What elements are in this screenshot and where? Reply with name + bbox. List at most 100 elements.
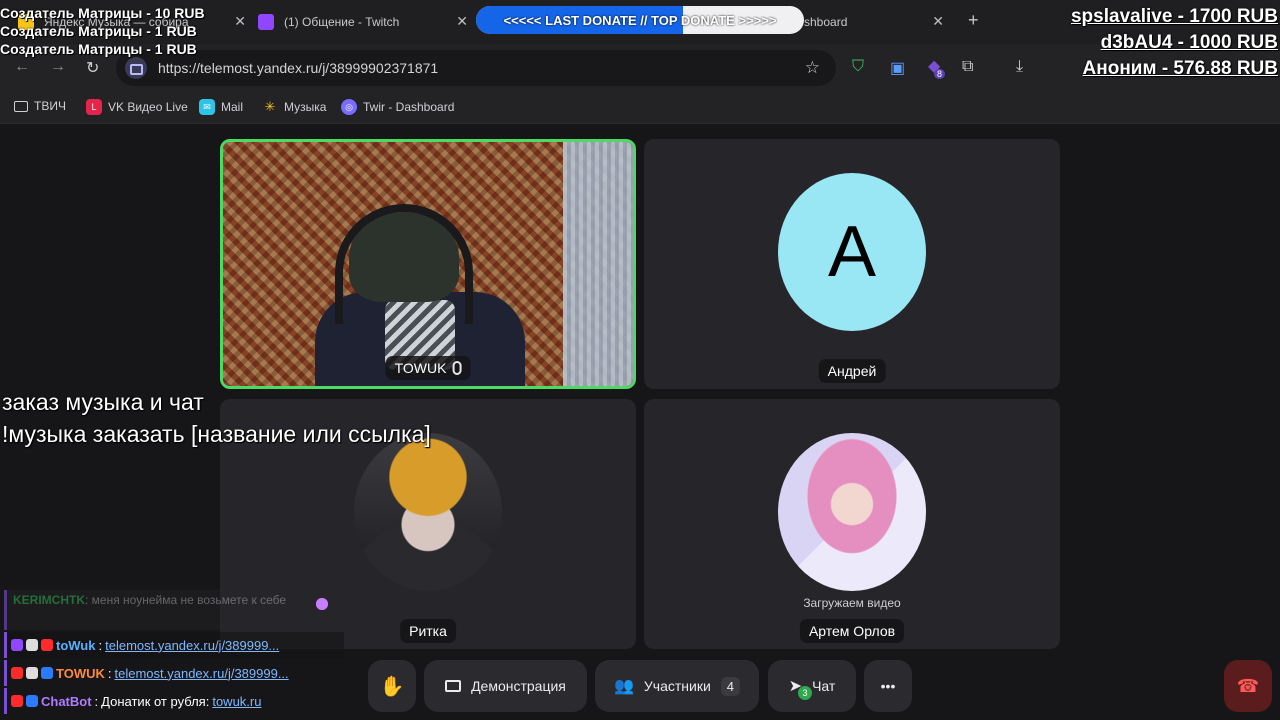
- top-donors-overlay: spslavalive - 1700 RUB d3bAU4 - 1000 RUB…: [1071, 4, 1278, 82]
- puzzle-extensions-icon[interactable]: ⧉: [962, 58, 973, 76]
- close-tab-icon[interactable]: ✕: [456, 13, 468, 30]
- telemost-site-icon: [125, 57, 147, 79]
- shield-extension-icon[interactable]: ⛉: [852, 58, 864, 76]
- bookmark-label: Mail: [221, 100, 244, 114]
- forward-arrow-icon[interactable]: →: [50, 58, 66, 76]
- badge-icon: [26, 639, 38, 651]
- chat-link[interactable]: towuk.ru: [212, 694, 261, 709]
- bookmark-mail[interactable]: ✉ Mail: [199, 99, 243, 115]
- bookmark-label: VK Видео Live: [108, 100, 188, 114]
- reload-icon[interactable]: ↻: [86, 58, 99, 78]
- donor-line: Создатель Матрицы - 1 RUB: [0, 41, 197, 57]
- close-tab-icon[interactable]: ✕: [932, 13, 944, 30]
- vk-live-icon: L: [86, 99, 102, 115]
- top-donor-line: d3bAU4 - 1000 RUB: [1100, 32, 1278, 53]
- youtube-icon: [41, 639, 53, 651]
- download-icon[interactable]: ⤓: [1016, 58, 1023, 76]
- bookmark-twir[interactable]: ◎ Twir - Dashboard: [341, 99, 454, 115]
- participant-tile-andrey[interactable]: А Андрей: [644, 139, 1060, 389]
- top-donor-line: Аноним - 576.88 RUB: [1082, 58, 1278, 79]
- chat-message: toWuk: telemost.yandex.ru/j/389999...: [4, 598, 344, 658]
- bookmark-star-icon[interactable]: ☆: [805, 58, 820, 78]
- hand-icon: ✋: [379, 675, 405, 698]
- participant-name: TOWUK: [394, 360, 447, 376]
- new-tab-button[interactable]: +: [968, 10, 979, 31]
- screen-share-icon: [445, 680, 462, 692]
- twitch-icon: [11, 639, 23, 651]
- chat-message: ChatBot: Донатик от рубля: towuk.ru: [4, 598, 344, 714]
- video-feed-curtain: [563, 142, 633, 386]
- top-donor-line: spslavalive - 1700 RUB: [1070, 6, 1278, 27]
- chat-author: toWuk: [56, 637, 96, 653]
- chat-author: KERIMCHTK: [13, 593, 85, 607]
- chat-link[interactable]: telemost.yandex.ru/j/389999...: [105, 638, 279, 653]
- loading-video-status: Загружаем видео: [803, 596, 901, 610]
- tab-twitch[interactable]: (1) Общение - Twitch ✕: [246, 6, 476, 38]
- chat-button[interactable]: ➤ 3 Чат: [768, 660, 856, 712]
- participant-tile-towuk[interactable]: TOWUK: [220, 139, 636, 389]
- twitch-icon: [258, 14, 274, 30]
- avatar: [354, 433, 502, 591]
- hang-up-button[interactable]: ☎: [1224, 660, 1272, 712]
- screen-share-label: Демонстрация: [471, 678, 566, 694]
- close-tab-icon[interactable]: ✕: [234, 13, 246, 30]
- chat-text: Донатик от рубля:: [101, 693, 210, 709]
- screen: Яндекс Музыка — собира ✕ (1) Общение - T…: [0, 0, 1280, 720]
- participant-name: Андрей: [827, 363, 877, 379]
- bookmarks-bar: ТВИЧ L VK Видео Live ✉ Mail ✳ Музыка ◎ T…: [0, 92, 1280, 124]
- bot-badge-icon: [26, 695, 38, 707]
- tab-label: shboard: [804, 15, 848, 29]
- stream-chat-overlay: KERIMCHTK: меня ноунейма не возьмете к с…: [4, 590, 344, 714]
- recent-donors-overlay: Создатель Матрицы - 10 RUB Создатель Мат…: [0, 4, 205, 58]
- raise-hand-button[interactable]: ✋: [368, 660, 416, 712]
- youtube-icon: [11, 667, 23, 679]
- bookmark-label: ТВИЧ: [34, 99, 66, 113]
- participants-count: 4: [720, 676, 741, 696]
- star-badge-icon: [41, 667, 53, 679]
- mic-icon: [452, 361, 462, 375]
- bookmark-music[interactable]: ✳ Музыка: [262, 99, 327, 115]
- tab-label: (1) Общение - Twitch: [284, 15, 400, 29]
- folder-icon: [14, 100, 28, 112]
- participants-label: Участники: [643, 678, 711, 694]
- bookmark-label: Twir - Dashboard: [363, 100, 455, 114]
- chat-link[interactable]: telemost.yandex.ru/j/389999...: [115, 666, 289, 681]
- donate-goal-bar: <<<<< LAST DONATE // TOP DONATE >>>>>: [476, 6, 804, 34]
- extension-badge: 8: [934, 69, 946, 79]
- avatar: [778, 433, 926, 591]
- twir-icon: ◎: [341, 99, 357, 115]
- participant-tile-artem[interactable]: Загружаем видео Артем Орлов: [644, 399, 1060, 649]
- chat-text: меня ноунейма не возьмете к себе: [91, 593, 287, 607]
- donor-line: Создатель Матрицы - 1 RUB: [0, 23, 197, 39]
- bookmark-tvich[interactable]: ТВИЧ: [14, 99, 66, 113]
- chat-label: Чат: [812, 678, 836, 694]
- extension-icon[interactable]: ▣: [890, 58, 905, 78]
- mail-icon: ✉: [199, 99, 215, 115]
- back-arrow-icon[interactable]: ←: [14, 58, 30, 76]
- participants-button[interactable]: 👥 Участники 4: [595, 660, 759, 712]
- music-info-line: заказ музыка и чат: [2, 389, 204, 415]
- participant-name: Ритка: [409, 623, 447, 639]
- chat-unread-badge: 3: [798, 686, 812, 700]
- bookmark-label: Музыка: [284, 100, 327, 114]
- music-icon: ✳: [264, 99, 276, 114]
- phone-hangup-icon: ☎: [1236, 675, 1260, 696]
- bookmark-vk-live[interactable]: L VK Видео Live: [86, 99, 188, 115]
- address-bar[interactable]: https://telemost.yandex.ru/j/38999902371…: [116, 50, 836, 86]
- donate-bar-text: <<<<< LAST DONATE // TOP DONATE >>>>>: [503, 12, 777, 28]
- music-info-line: !музыка заказать [название или ссылка]: [2, 421, 431, 447]
- participant-name-tag: Артем Орлов: [799, 619, 905, 643]
- participant-name-tag: Ритка: [400, 619, 456, 643]
- avatar: А: [778, 173, 926, 331]
- participant-name: Артем Орлов: [808, 623, 896, 639]
- chat-message: TOWUK: telemost.yandex.ru/j/389999...: [4, 660, 344, 686]
- more-dots-icon: •••: [880, 678, 896, 694]
- chat-message-faded: KERIMCHTK: меня ноунейма не возьмете к с…: [4, 590, 342, 630]
- more-button[interactable]: •••: [864, 660, 912, 712]
- participant-name-tag: TOWUK: [385, 356, 471, 380]
- youtube-icon: [11, 695, 23, 707]
- url-text: https://telemost.yandex.ru/j/38999902371…: [158, 60, 439, 76]
- music-request-info: заказ музыка и чат !музыка заказать [наз…: [2, 386, 431, 450]
- star-badge-icon: [316, 598, 328, 610]
- screen-share-button[interactable]: Демонстрация: [424, 660, 587, 712]
